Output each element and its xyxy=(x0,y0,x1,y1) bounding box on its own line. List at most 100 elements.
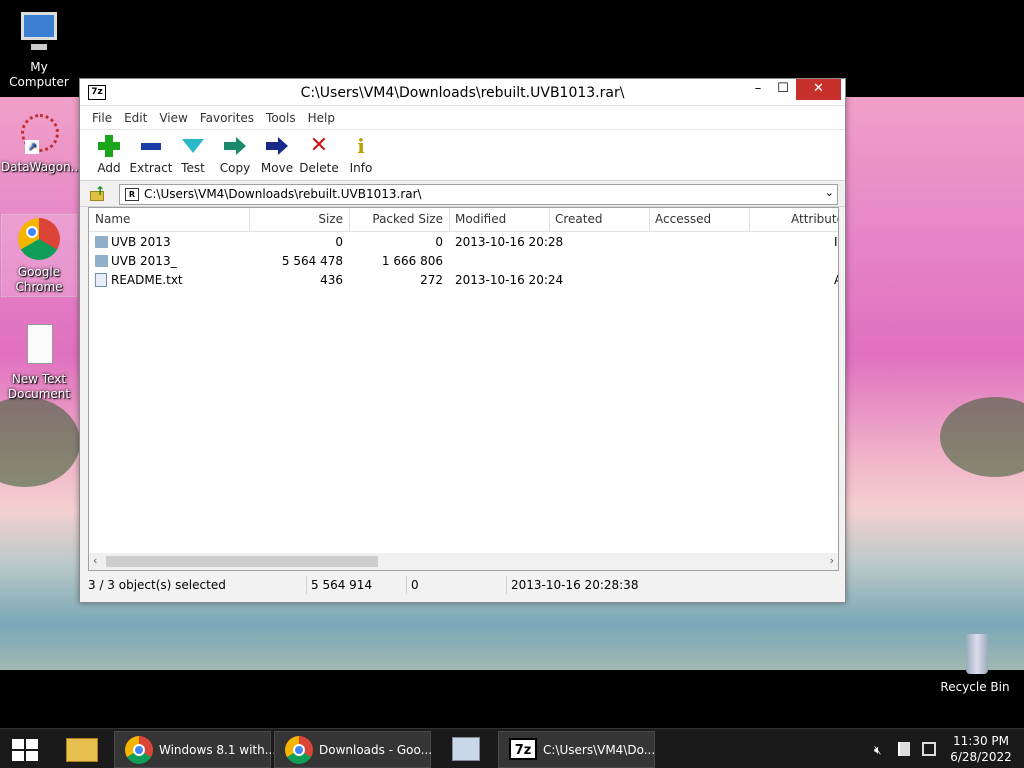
clock[interactable]: 11:30 PM 6/28/2022 xyxy=(948,733,1014,765)
file-attributes: A xyxy=(834,273,838,287)
test-button[interactable]: Test xyxy=(172,130,214,180)
file-list: Name Size Packed Size Modified Created A… xyxy=(88,207,839,571)
file-packed-size: 0 xyxy=(435,235,443,249)
column-created[interactable]: Created xyxy=(555,212,603,226)
shortcut-arrow-icon: ↗ xyxy=(25,140,39,154)
test-label: Test xyxy=(181,161,205,175)
desktop-icon-label: Google Chrome xyxy=(15,265,63,294)
close-button[interactable]: ✕ xyxy=(796,79,841,100)
delete-icon: ✕ xyxy=(309,133,329,158)
file-packed-size: 1 666 806 xyxy=(381,254,443,268)
status-modified: 2013-10-16 20:28:38 xyxy=(511,578,639,592)
delete-label: Delete xyxy=(299,161,339,175)
column-accessed[interactable]: Accessed xyxy=(655,212,711,226)
desktop: My Computer ↗ DataWagon... Google Chrome… xyxy=(0,0,1024,728)
column-packed-size[interactable]: Packed Size xyxy=(349,212,443,226)
extract-icon xyxy=(140,135,162,157)
info-icon: i xyxy=(357,134,365,158)
text-file-icon xyxy=(95,273,107,287)
taskbar-item-chrome-downloads[interactable]: Downloads - Goo... xyxy=(274,731,432,768)
scroll-left-icon[interactable]: ‹ xyxy=(93,554,97,567)
extract-button[interactable]: Extract xyxy=(130,130,173,180)
menu-tools[interactable]: Tools xyxy=(260,111,302,125)
desktop-icon-recycle-bin[interactable]: Recycle Bin xyxy=(937,630,1013,695)
desktop-icon-google-chrome[interactable]: Google Chrome xyxy=(1,214,77,297)
address-input[interactable]: R C:\Users\VM4\Downloads\rebuilt.UVB1013… xyxy=(119,184,838,205)
datawagon-icon: ↗ xyxy=(15,110,63,158)
file-size: 0 xyxy=(335,235,343,249)
test-icon xyxy=(182,135,204,157)
file-row[interactable]: README.txt 436 272 2013-10-16 20:24 A xyxy=(89,271,838,290)
file-explorer-button[interactable] xyxy=(56,731,108,768)
move-icon xyxy=(266,135,288,157)
up-folder-icon[interactable]: ↑ xyxy=(90,185,106,201)
add-button[interactable]: Add xyxy=(88,130,130,180)
taskbar-item-monitor[interactable] xyxy=(440,731,492,768)
network-icon[interactable] xyxy=(922,742,936,756)
file-attributes: I xyxy=(834,235,838,249)
system-tray: 🔇︎ xyxy=(872,731,942,768)
rar-archive-icon: R xyxy=(125,188,139,201)
menu-help[interactable]: Help xyxy=(302,111,341,125)
menu-file[interactable]: File xyxy=(86,111,118,125)
column-header: Name Size Packed Size Modified Created A… xyxy=(89,208,838,232)
desktop-icon-new-text-document[interactable]: New Text Document xyxy=(1,322,77,402)
menu-view[interactable]: View xyxy=(153,111,193,125)
scroll-right-icon[interactable]: › xyxy=(830,554,834,567)
file-size: 436 xyxy=(320,273,343,287)
info-label: Info xyxy=(349,161,373,175)
desktop-icon-my-computer[interactable]: My Computer xyxy=(1,10,77,90)
text-document-icon xyxy=(15,322,63,370)
desktop-icon-label: My Computer xyxy=(9,60,69,89)
add-label: Add xyxy=(97,161,121,175)
toolbar: Add Extract Test Copy Move ✕ Delete i In… xyxy=(80,129,845,181)
title-bar[interactable]: 7z C:\Users\VM4\Downloads\rebuilt.UVB101… xyxy=(80,79,845,106)
info-button[interactable]: i Info xyxy=(340,130,382,180)
volume-muted-icon[interactable]: 🔇︎ xyxy=(874,743,882,758)
address-bar: ↑ R C:\Users\VM4\Downloads\rebuilt.UVB10… xyxy=(80,181,845,207)
horizontal-scrollbar[interactable]: ‹ › xyxy=(89,553,838,570)
address-path: C:\Users\VM4\Downloads\rebuilt.UVB1013.r… xyxy=(144,187,422,201)
taskbar-item-chrome-windows[interactable]: Windows 8.1 with... xyxy=(114,731,276,768)
add-icon xyxy=(98,135,120,157)
chrome-icon xyxy=(285,736,313,764)
file-row[interactable]: UVB 2013_ 5 564 478 1 666 806 xyxy=(89,252,838,271)
start-button[interactable] xyxy=(8,731,44,768)
move-button[interactable]: Move xyxy=(256,130,298,180)
windows-logo-icon xyxy=(12,739,38,761)
file-name: UVB 2013 xyxy=(111,235,171,249)
status-packed: 0 xyxy=(411,578,419,592)
desktop-icon-label: DataWagon... xyxy=(1,160,83,174)
chrome-icon xyxy=(15,215,63,263)
recycle-bin-icon xyxy=(951,630,999,678)
column-attributes[interactable]: Attribute xyxy=(791,212,838,226)
menu-favorites[interactable]: Favorites xyxy=(194,111,260,125)
column-name[interactable]: Name xyxy=(95,212,130,226)
delete-button[interactable]: ✕ Delete xyxy=(298,130,340,180)
menu-edit[interactable]: Edit xyxy=(118,111,153,125)
action-center-flag-icon[interactable] xyxy=(898,742,910,756)
file-row[interactable]: UVB 2013 0 0 2013-10-16 20:28 I xyxy=(89,233,838,252)
scrollbar-thumb[interactable] xyxy=(106,556,378,567)
clock-time: 11:30 PM xyxy=(953,734,1009,748)
copy-label: Copy xyxy=(219,161,251,175)
desktop-icon-datawagon[interactable]: ↗ DataWagon... xyxy=(1,110,83,175)
folder-icon xyxy=(95,236,108,248)
chevron-down-icon[interactable]: ⌄ xyxy=(825,186,834,199)
desktop-icon-label: New Text Document xyxy=(7,372,71,401)
file-modified: 2013-10-16 20:28 xyxy=(455,235,564,249)
window-title: C:\Users\VM4\Downloads\rebuilt.UVB1013.r… xyxy=(300,85,625,101)
copy-icon xyxy=(224,135,246,157)
status-bar: 3 / 3 object(s) selected 5 564 914 0 201… xyxy=(80,573,845,597)
column-modified[interactable]: Modified xyxy=(455,212,506,226)
file-modified: 2013-10-16 20:24 xyxy=(455,273,564,287)
maximize-button[interactable]: ☐ xyxy=(768,79,798,100)
copy-button[interactable]: Copy xyxy=(214,130,256,180)
status-size: 5 564 914 xyxy=(311,578,373,592)
folder-icon xyxy=(66,738,98,762)
move-label: Move xyxy=(260,161,294,175)
clock-date: 6/28/2022 xyxy=(950,750,1012,764)
file-packed-size: 272 xyxy=(420,273,443,287)
taskbar-item-7zip[interactable]: 7z C:\Users\VM4\Do... xyxy=(498,731,655,768)
column-size[interactable]: Size xyxy=(249,212,343,226)
